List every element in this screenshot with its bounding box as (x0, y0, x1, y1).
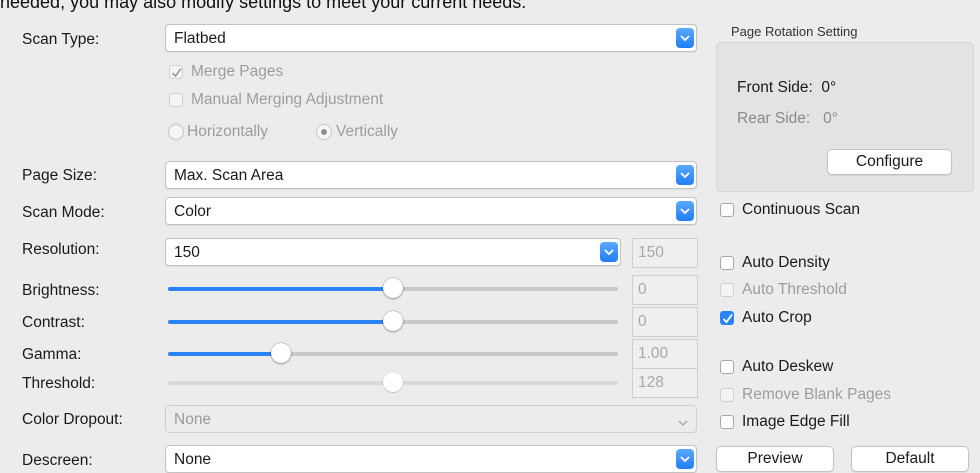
contrast-slider-fill (168, 320, 393, 324)
scan-type-value: Flatbed (174, 30, 226, 47)
continuous-scan-checkbox[interactable] (720, 203, 734, 217)
scan-mode-value: Color (174, 203, 212, 220)
chevron-down-icon (676, 28, 694, 48)
descreen-value: None (174, 451, 212, 468)
gamma-slider-knob[interactable] (271, 343, 291, 363)
checkmark-icon (722, 313, 733, 324)
brightness-slider-fill (168, 287, 393, 291)
color-dropout-value: None (174, 411, 212, 428)
default-button[interactable]: Default (851, 446, 969, 472)
threshold-value-field[interactable]: 128 (632, 368, 698, 398)
contrast-slider[interactable] (168, 311, 618, 331)
resolution-readout[interactable]: 150 (632, 238, 698, 268)
rotation-group-title: Page Rotation Setting (731, 24, 858, 39)
auto-crop-checkbox[interactable] (720, 311, 734, 325)
brightness-slider[interactable] (168, 278, 618, 298)
gamma-label: Gamma: (22, 346, 82, 363)
horizontally-label: Horizontally (187, 123, 268, 140)
threshold-slider-knob[interactable] (383, 372, 403, 392)
horizontally-radio[interactable] (168, 124, 184, 140)
page-size-value: Max. Scan Area (174, 167, 284, 184)
chevron-down-icon (600, 242, 618, 262)
continuous-scan-label: Continuous Scan (742, 201, 861, 218)
chevron-down-icon (676, 165, 694, 185)
threshold-slider[interactable] (168, 372, 618, 392)
auto-density-checkbox[interactable] (720, 256, 734, 270)
scan-type-label: Scan Type: (22, 31, 100, 48)
manual-merging-checkbox[interactable] (169, 93, 183, 107)
brightness-slider-knob[interactable] (383, 278, 403, 298)
auto-density-label: Auto Density (742, 254, 830, 271)
remove-blank-pages-label: Remove Blank Pages (742, 386, 892, 403)
chevron-down-icon (676, 201, 694, 221)
chevron-down-icon (678, 414, 688, 432)
chevron-down-icon (676, 449, 694, 469)
front-side-rotation: Front Side: 0° (737, 79, 837, 96)
vertically-label: Vertically (336, 123, 399, 140)
resolution-label: Resolution: (22, 241, 100, 258)
gamma-slider-fill (168, 352, 281, 356)
scan-mode-label: Scan Mode: (22, 204, 105, 221)
contrast-label: Contrast: (22, 314, 85, 331)
rear-side-rotation: Rear Side: 0° (737, 110, 838, 127)
color-dropout-select[interactable]: None (165, 405, 697, 433)
auto-deskew-checkbox[interactable] (720, 360, 734, 374)
contrast-slider-knob[interactable] (383, 311, 403, 331)
auto-threshold-checkbox[interactable] (720, 283, 734, 297)
remove-blank-pages-checkbox[interactable] (720, 388, 734, 402)
brightness-label: Brightness: (22, 282, 100, 299)
auto-deskew-label: Auto Deskew (742, 358, 834, 375)
page-size-label: Page Size: (22, 167, 97, 184)
instruction-text: needed, you may also modify settings to … (0, 0, 527, 12)
auto-crop-label: Auto Crop (742, 309, 812, 326)
preview-button[interactable]: Preview (716, 446, 834, 472)
contrast-value-field[interactable]: 0 (632, 307, 698, 337)
configure-button[interactable]: Configure (827, 149, 952, 175)
page-size-select[interactable]: Max. Scan Area (165, 161, 697, 189)
image-edge-fill-checkbox[interactable] (720, 415, 734, 429)
threshold-label: Threshold: (22, 375, 96, 392)
descreen-label: Descreen: (22, 452, 93, 469)
gamma-value-field[interactable]: 1.00 (632, 339, 698, 369)
manual-merging-label: Manual Merging Adjustment (191, 91, 384, 108)
resolution-value: 150 (174, 244, 200, 261)
resolution-select[interactable]: 150 (165, 238, 621, 266)
image-edge-fill-label: Image Edge Fill (742, 413, 850, 430)
descreen-select[interactable]: None (165, 445, 697, 473)
vertically-radio[interactable] (316, 124, 332, 140)
scan-mode-select[interactable]: Color (165, 197, 697, 225)
scan-type-select[interactable]: Flatbed (165, 24, 697, 52)
auto-threshold-label: Auto Threshold (742, 281, 847, 298)
brightness-value-field[interactable]: 0 (632, 275, 698, 305)
gamma-slider[interactable] (168, 343, 618, 363)
merge-pages-checkbox[interactable] (169, 65, 183, 79)
color-dropout-label: Color Dropout: (22, 411, 123, 428)
radio-selected-dot (321, 129, 327, 135)
merge-pages-label: Merge Pages (191, 63, 284, 80)
